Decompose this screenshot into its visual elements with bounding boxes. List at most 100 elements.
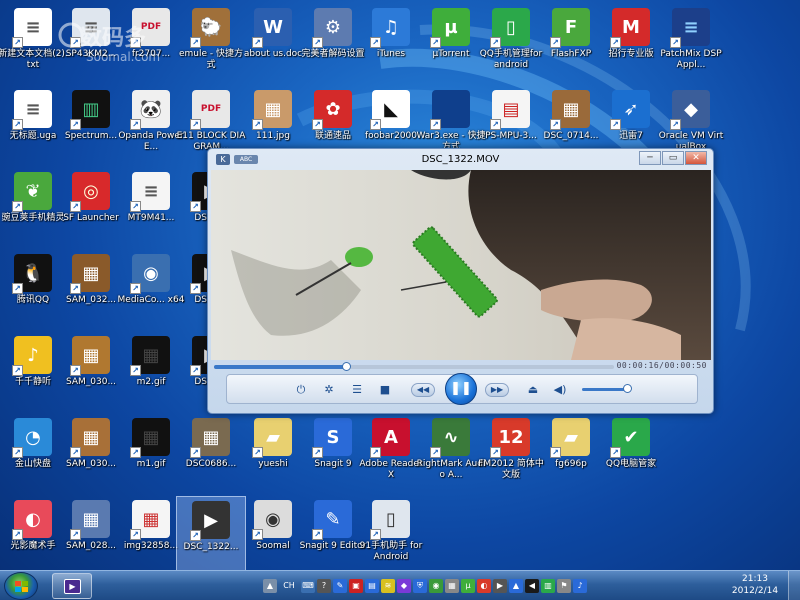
desktop-item-label: FlashFXP [550, 49, 592, 59]
dsc-0714-icon: ▦ ↗ [550, 90, 590, 130]
tray-green-icon[interactable]: ◉ [429, 579, 443, 593]
tray-blue-icon[interactable]: ▤ [365, 579, 379, 593]
seek-handle[interactable] [342, 362, 351, 371]
effects-icon[interactable]: ✲ [321, 382, 337, 398]
language-indicator[interactable]: CH [279, 579, 299, 593]
desktop-item-label: 金山快盘 [14, 459, 51, 469]
shortcut-arrow-icon: ↗ [670, 119, 681, 130]
desktop-item-label: SAM_032... [65, 295, 117, 305]
desktop-item[interactable]: ▦ ↗ DSC0686... [176, 414, 246, 494]
tray-lock-icon[interactable]: ▲ [509, 579, 523, 593]
media-player-window[interactable]: K ABC DSC_1322.MOV ─ ▭ ✕ 00:00:16/00:00:… [207, 148, 714, 414]
close-button[interactable]: ✕ [685, 151, 707, 165]
shortcut-arrow-icon: ↗ [70, 283, 81, 294]
player-title: DSC_1322.MOV [421, 154, 500, 165]
flashfxp-icon: F ↗ [550, 8, 590, 48]
desktop-item-label: iTunes [376, 49, 406, 59]
stop-button[interactable]: ■ [377, 382, 393, 398]
volume-slider[interactable] [582, 388, 627, 391]
playlist-icon[interactable]: ☰ [349, 382, 365, 398]
desktop-item-label: PatchMix DSP Appl... [660, 49, 722, 70]
shortcut-arrow-icon: ↗ [430, 37, 441, 48]
keyboard-icon[interactable]: ⌨ [301, 579, 315, 593]
shortcut-arrow-icon: ↗ [190, 530, 201, 541]
volume-icon[interactable]: ◀) [552, 382, 568, 398]
shortcut-arrow-icon: ↗ [70, 119, 81, 130]
desktop-item-label: µTorrent [432, 49, 470, 59]
desktop-item-label: SAM_028... [65, 541, 117, 551]
watermark-sub: Soomal.com [86, 50, 161, 64]
desktop-item-label: Snagit 9 [314, 459, 352, 469]
sound-icon[interactable]: ♪ [573, 579, 587, 593]
shortcut-arrow-icon: ↗ [130, 365, 141, 376]
desktop-item[interactable]: 🐑 ↗ emule - 快捷方式 [176, 4, 246, 84]
emule-icon: 🐑 ↗ [190, 8, 230, 48]
tray-purple-icon[interactable]: ◆ [397, 579, 411, 593]
tray-dark-icon[interactable]: ▶ [493, 579, 507, 593]
shortcut-arrow-icon: ↗ [190, 37, 201, 48]
desktop-item-label: PS-MPU-3... [485, 131, 537, 141]
shortcut-arrow-icon: ↗ [252, 37, 263, 48]
pause-button[interactable]: ❚❚ [445, 373, 477, 405]
shortcut-arrow-icon: ↗ [430, 119, 441, 130]
sam-030b-icon: ▦ ↗ [70, 418, 110, 458]
player-titlebar[interactable]: K ABC DSC_1322.MOV ─ ▭ ✕ [208, 149, 713, 171]
shortcut-arrow-icon: ↗ [490, 119, 501, 130]
shortcut-arrow-icon: ↗ [252, 529, 263, 540]
taskbar-media-player-button[interactable]: ▶ [52, 573, 92, 599]
shortcut-arrow-icon: ↗ [12, 447, 23, 458]
tray-shield-icon[interactable]: ⛨ [413, 579, 427, 593]
shortcut-arrow-icon: ↗ [550, 447, 561, 458]
desktop-item-label: QQ电脑管家 [605, 459, 657, 469]
desktop-item[interactable]: ▯ ↗ 91手机助手 for Android [356, 496, 426, 576]
video-frame[interactable] [211, 170, 711, 360]
desktop-item-label: m1.gif [136, 459, 166, 469]
photo-magic-icon: ◐ ↗ [12, 500, 52, 540]
taskbar: ▶ ▲ CH ⌨ ? ✎ ▣ ▤ ≋ ◆ ⛨ ◉ ▦ µ ◐ ▶ ▲ ◀ ▥ ⚑… [0, 570, 800, 600]
tray-orange-icon[interactable]: ◐ [477, 579, 491, 593]
mediacoder-icon: ◉ ↗ [130, 254, 170, 294]
eject-icon[interactable]: ⏏ [525, 382, 541, 398]
shortcut-arrow-icon: ↗ [312, 529, 323, 540]
jpg-111-icon: ▦ ↗ [252, 90, 292, 130]
desktop-item-label: about us.doc [243, 49, 303, 59]
snagit9-editor-icon: ✎ ↗ [312, 500, 352, 540]
desktop-item-label: 无标题.uga [9, 131, 57, 141]
shortcut-arrow-icon: ↗ [370, 529, 381, 540]
minimize-button[interactable]: ─ [639, 151, 661, 165]
network-icon[interactable]: ▥ [541, 579, 555, 593]
desktop-item-label: DSC_1322... [183, 542, 239, 552]
desktop-item[interactable]: ✔ ↗ QQ电脑管家 [596, 414, 666, 494]
desktop-item[interactable]: ≡ ↗ PatchMix DSP Appl... [656, 4, 726, 84]
utorrent-tray-icon[interactable]: µ [461, 579, 475, 593]
seek-track[interactable] [214, 362, 614, 371]
shortcut-arrow-icon: ↗ [130, 283, 141, 294]
shortcut-arrow-icon: ↗ [12, 283, 23, 294]
restore-button[interactable]: ▭ [662, 151, 684, 165]
tray-speaker-icon[interactable]: ◀ [525, 579, 539, 593]
patchmix-icon: ≡ ↗ [670, 8, 710, 48]
tray-red-icon[interactable]: ▣ [349, 579, 363, 593]
flag-icon[interactable]: ⚑ [557, 579, 571, 593]
tray-gray-icon[interactable]: ▦ [445, 579, 459, 593]
snagit9-icon: S ↗ [312, 418, 352, 458]
help-icon[interactable]: ? [317, 579, 331, 593]
power-icon[interactable]: ⏻ [293, 382, 309, 398]
start-button[interactable] [4, 572, 38, 600]
shortcut-arrow-icon: ↗ [610, 119, 621, 130]
volume-handle[interactable] [623, 384, 632, 393]
previous-button[interactable]: ◀◀ [411, 383, 435, 397]
next-button[interactable]: ▶▶ [485, 383, 509, 397]
wifi-icon[interactable]: ≋ [381, 579, 395, 593]
pen-icon[interactable]: ✎ [333, 579, 347, 593]
fg696p-folder-icon: ▰ ↗ [550, 418, 590, 458]
desktop-item-label: SF Launcher [63, 213, 119, 223]
desktop-item[interactable]: ▶ ↗ DSC_1322... [176, 496, 246, 576]
system-tray: ▲ CH ⌨ ? ✎ ▣ ▤ ≋ ◆ ⛨ ◉ ▦ µ ◐ ▶ ▲ ◀ ▥ ⚑ ♪ [263, 575, 587, 597]
clock[interactable]: 21:13 2012/2/14 [730, 573, 780, 597]
desktop-item-label: img32858... [123, 541, 179, 551]
desktop-item-label: emule - 快捷方式 [178, 49, 243, 70]
desktop-item-label: 招行专业版 [608, 49, 654, 59]
tray-app-icon[interactable]: ▲ [263, 579, 277, 593]
show-desktop-button[interactable] [788, 571, 800, 600]
